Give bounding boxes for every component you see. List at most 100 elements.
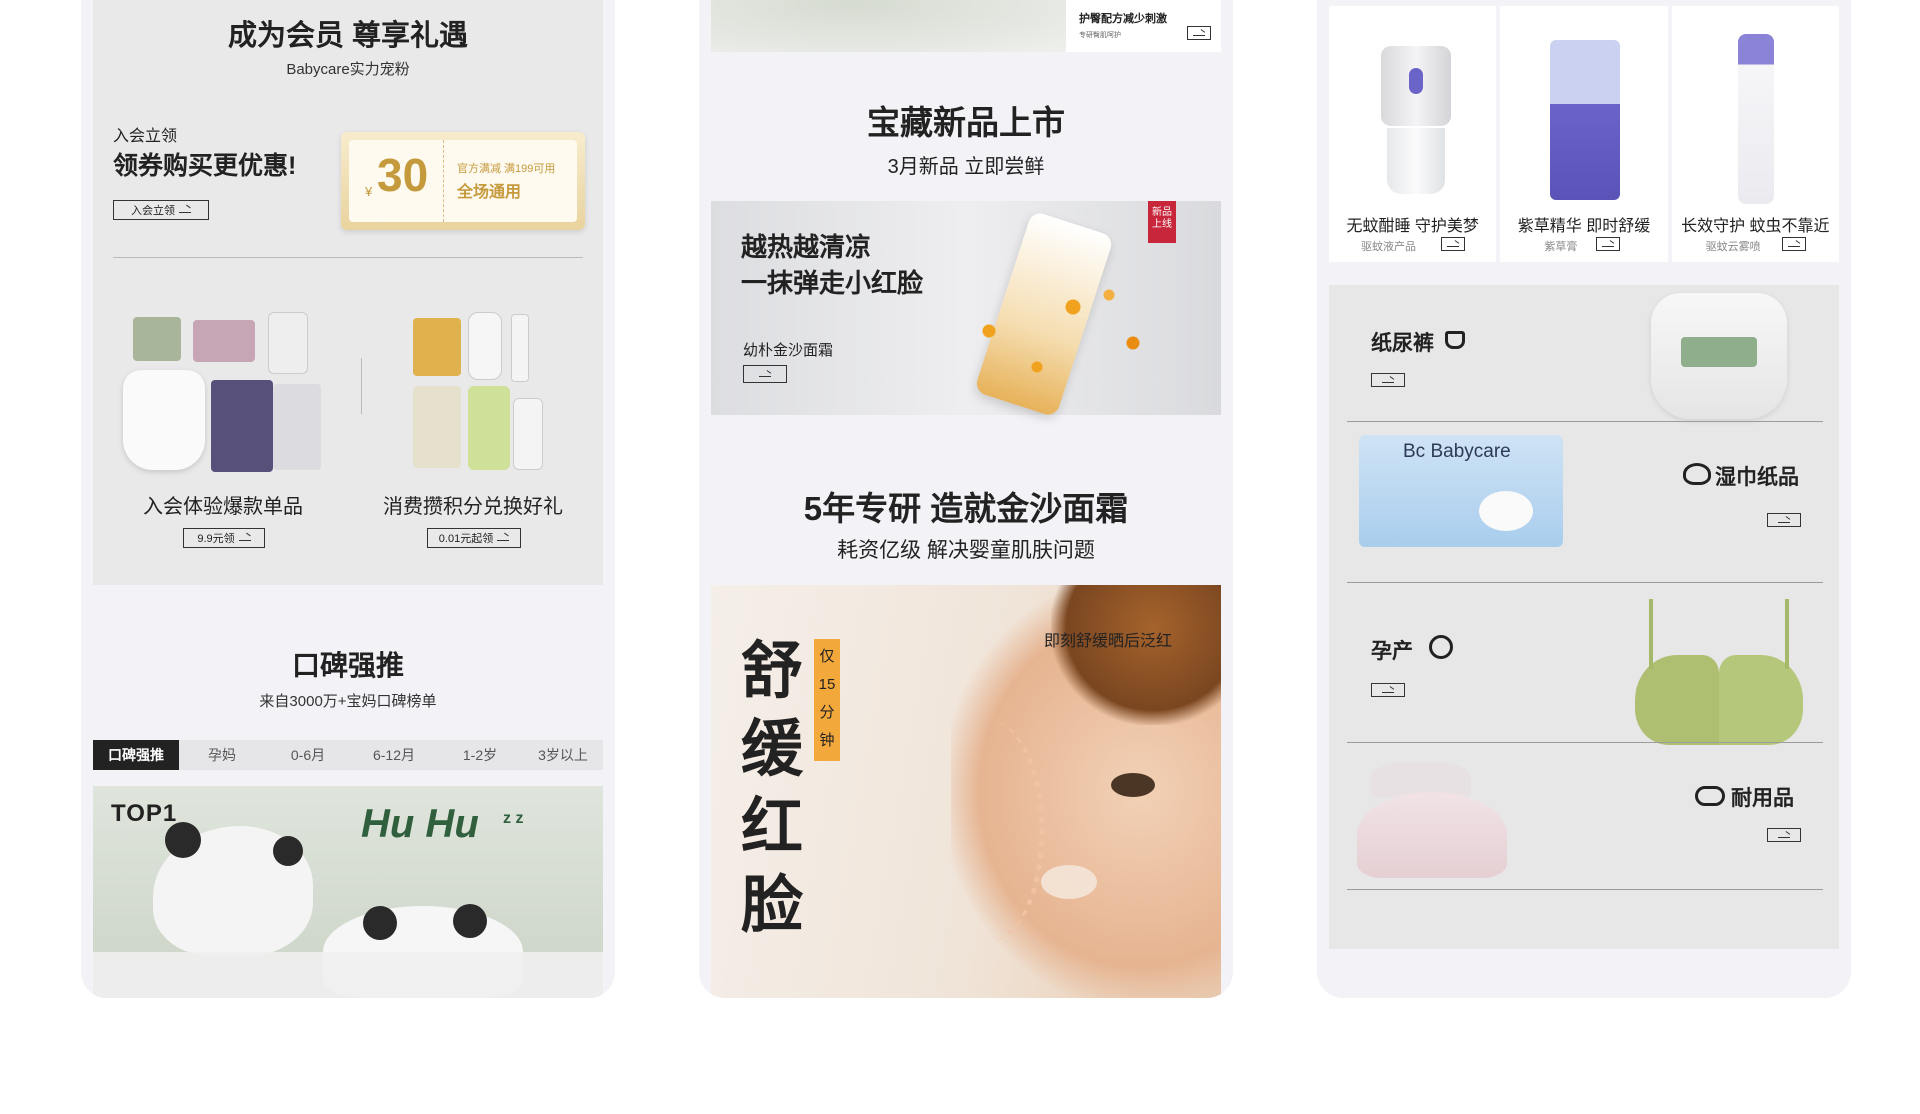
arrow-icon[interactable] — [1371, 373, 1405, 387]
tab-3y-plus[interactable]: 3岁以上 — [523, 740, 603, 770]
new-tag: 新品上线 — [1148, 201, 1176, 243]
product-title: 长效守护 蚊虫不靠近 — [1681, 218, 1830, 235]
product-title: 紫草精华 即时舒缓 — [1517, 218, 1651, 235]
member-subtitle: Babycare实力宠粉 — [286, 61, 410, 78]
product-card-spray[interactable]: 长效守护 蚊虫不靠近 驱蚊云雾喷 — [1671, 6, 1839, 262]
coupon-intro-big: 领券购买更优惠! — [113, 152, 297, 180]
arrow-icon — [179, 207, 191, 213]
bottle-nipple-image — [1357, 792, 1507, 878]
coupon-card[interactable]: ¥ 30 官方满减 满199可用 全场通用 — [341, 132, 585, 230]
wipes-pack-image: Bc Babycare — [1359, 435, 1563, 547]
time-tag-char: 分 — [819, 704, 835, 721]
phone-panel-categories: 无蚊酣睡 守护美梦 驱蚊液产品 紫草精华 即时舒缓 紫草膏 长效守护 蚊虫不靠近… — [1317, 0, 1851, 998]
gift-left-button[interactable]: 9.9元领 — [183, 528, 265, 548]
tab-6-12m[interactable]: 6-12月 — [351, 740, 437, 770]
arrow-icon[interactable] — [1767, 828, 1801, 842]
reviews-title: 口碑强推 — [291, 650, 404, 681]
product-card-comfrey[interactable]: 紫草精华 即时舒缓 紫草膏 — [1500, 6, 1668, 262]
banner-top1: TOP1 — [111, 800, 178, 827]
reviews-subtitle: 来自3000万+宝妈口碑榜单 — [259, 693, 437, 710]
time-tag-char: 15 — [818, 676, 836, 693]
top-product-name: 护臀配方减少刺激 — [1079, 13, 1167, 25]
vertical-char: 脸 — [741, 871, 804, 940]
gift-left-button-label: 9.9元领 — [197, 533, 235, 545]
face-cream-banner[interactable]: 越热越清凉 一抹弹走小红脸 幼朴金沙面霜 新品上线 — [711, 201, 1221, 418]
product-sub: 驱蚊液产品 — [1361, 241, 1416, 253]
product-sub: 驱蚊云雾喷 — [1705, 241, 1761, 253]
product-sub: 紫草膏 — [1544, 241, 1578, 253]
category-label: 纸尿裤 — [1371, 332, 1434, 355]
category-label: 孕产 — [1371, 640, 1413, 663]
nursing-bra-image — [1635, 599, 1803, 745]
diaper-image — [1651, 293, 1787, 419]
new-title: 宝藏新品上市 — [867, 104, 1065, 141]
coupon-scope: 全场通用 — [457, 184, 522, 201]
gift-right-title: 消费攒积分兑换好礼 — [383, 496, 563, 518]
arrow-icon[interactable] — [1767, 513, 1801, 527]
phone-panel-new-products: 护臀配方减少刺激 专研臀肌呵护 宝藏新品上市 3月新品 立即尝鲜 越热越清凉 一… — [699, 0, 1233, 998]
divider — [113, 257, 583, 258]
tab-1-2y[interactable]: 1-2岁 — [437, 740, 523, 770]
banner-headline-2: 一抹弹走小红脸 — [741, 268, 924, 298]
top-product-strip[interactable]: 护臀配方减少刺激 专研臀肌呵护 — [711, 0, 1221, 52]
arrow-icon[interactable] — [1187, 26, 1211, 40]
vertical-char: 红 — [741, 793, 804, 862]
tab-pregnant[interactable]: 孕妈 — [179, 740, 265, 770]
cloud-icon — [1683, 463, 1711, 485]
research-subtitle: 耗资亿级 解决婴童肌肤问题 — [837, 539, 1095, 562]
member-section: 成为会员 尊享礼遇 Babycare实力宠粉 入会立领 领券购买更优惠! 入会立… — [93, 0, 603, 585]
sea-buckthorn-berries — [941, 271, 1181, 391]
arrow-icon[interactable] — [1441, 237, 1465, 251]
soothing-banner[interactable]: 舒 缓 红 脸 仅 15 分 钟 即刻舒缓晒后泛红 — [711, 585, 1221, 998]
category-durables[interactable]: 耐用品 — [1329, 744, 1839, 904]
vertical-headline: 舒 缓 红 脸 — [741, 633, 811, 945]
arrow-icon[interactable] — [1371, 683, 1405, 697]
product-card-mosquito-liquid[interactable]: 无蚊酣睡 守护美梦 驱蚊液产品 — [1329, 6, 1497, 262]
product-title: 无蚊酣睡 守护美梦 — [1346, 218, 1479, 235]
time-tag: 仅 15 分 钟 — [814, 639, 840, 761]
face-caption: 即刻舒缓晒后泛红 — [1044, 633, 1173, 650]
coupon-amount: 30 — [377, 149, 429, 201]
spray-bottle-image — [1737, 34, 1774, 204]
gift-right-button-label: 0.01元起领 — [438, 533, 494, 545]
member-title: 成为会员 尊享礼遇 — [227, 20, 469, 52]
new-subtitle: 3月新品 立即尝鲜 — [887, 156, 1045, 178]
coupon-intro-small: 入会立领 — [113, 128, 178, 145]
category-maternity[interactable]: 孕产 — [1329, 583, 1839, 745]
time-tag-char: 仅 — [819, 648, 835, 665]
category-label: 湿巾纸品 — [1715, 466, 1799, 489]
capsule-icon — [1695, 786, 1725, 806]
arrow-icon[interactable] — [1596, 237, 1621, 251]
gift-left-image[interactable] — [123, 312, 323, 472]
gift-right-image[interactable] — [413, 312, 543, 472]
banner-arrow-button[interactable] — [743, 365, 787, 383]
arrow-icon[interactable] — [1781, 237, 1806, 251]
tab-0-6m[interactable]: 0-6月 — [265, 740, 351, 770]
diaper-icon — [1445, 331, 1465, 349]
top-product-sub: 专研臀肌呵护 — [1079, 32, 1121, 39]
vertical-char: 缓 — [741, 715, 804, 784]
wipes-brand: Bc Babycare — [1403, 441, 1511, 462]
category-wipes[interactable]: Bc Babycare 湿巾纸品 — [1329, 423, 1839, 583]
banner-script: Hu Hu — [361, 802, 479, 846]
tab-top-reviews[interactable]: 口碑强推 — [93, 740, 179, 770]
comfrey-stick-image — [1550, 40, 1621, 200]
phone-panel-member: 成为会员 尊享礼遇 Babycare实力宠粉 入会立领 领券购买更优惠! 入会立… — [81, 0, 615, 998]
ring-icon — [1429, 635, 1453, 659]
top1-banner[interactable]: TOP1 Hu Hu z z — [93, 786, 603, 998]
arrow-icon — [497, 535, 510, 541]
coupon-condition: 官方满减 满199可用 — [457, 163, 556, 175]
category-diapers[interactable]: 纸尿裤 — [1329, 285, 1839, 423]
category-label: 耐用品 — [1731, 787, 1794, 810]
vertical-char: 舒 — [741, 637, 804, 706]
gift-left-title: 入会体验爆款单品 — [143, 496, 303, 518]
review-tabs: 口碑强推 孕妈 0-6月 6-12月 1-2岁 3岁以上 — [93, 740, 603, 770]
arrow-icon — [238, 535, 251, 541]
research-title: 5年专研 造就金沙面霜 — [803, 490, 1129, 527]
join-member-label: 入会立领 — [131, 205, 175, 217]
category-list: 纸尿裤 Bc Babycare 湿巾纸品 孕产 耐用品 — [1329, 285, 1839, 949]
banner-product-name: 幼朴金沙面霜 — [743, 342, 834, 359]
coupon-currency: ¥ — [365, 184, 373, 199]
join-member-button[interactable]: 入会立领 — [113, 200, 209, 220]
gift-right-button[interactable]: 0.01元起领 — [427, 528, 521, 548]
